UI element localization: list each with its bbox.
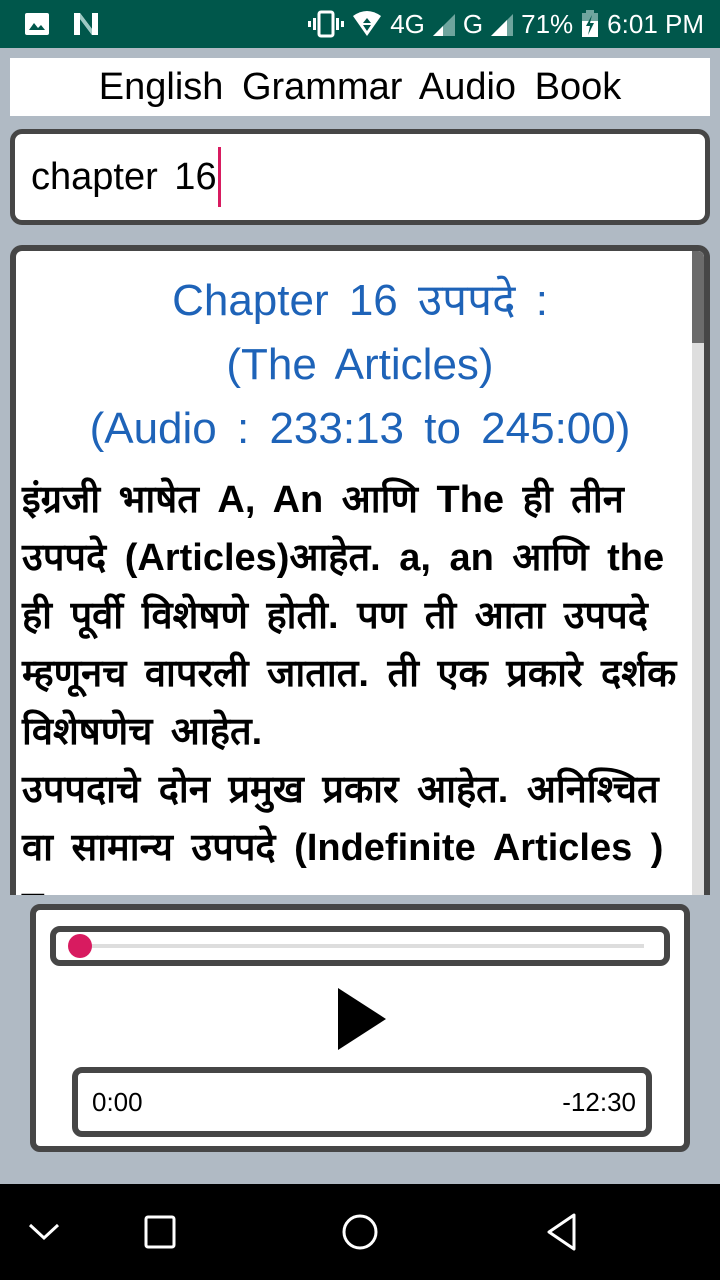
elapsed-time: 0:00 xyxy=(92,1086,143,1117)
vibrate-icon xyxy=(308,10,345,38)
network-type-1: 4G xyxy=(390,8,425,39)
signal-4g-icon xyxy=(432,12,455,36)
status-bar: 4G G 71% 6:01 PM xyxy=(0,0,720,48)
collapse-chevron-button[interactable] xyxy=(20,1208,68,1256)
chapter-heading-line: (The Articles) xyxy=(226,340,494,389)
search-input-value[interactable]: chapter 16 xyxy=(31,156,217,199)
chapter-heading-line: Chapter 16 उपपदे : xyxy=(172,276,548,325)
play-icon xyxy=(338,988,386,1050)
home-button[interactable] xyxy=(336,1208,384,1256)
signal-g-icon xyxy=(491,12,514,36)
n-logo-icon xyxy=(72,11,100,37)
chapter-content-panel[interactable]: Chapter 16 उपपदे : (The Articles) (Audio… xyxy=(10,245,710,895)
time-display: 0:00 -12:30 xyxy=(72,1067,652,1137)
audio-player: 0:00 -12:30 xyxy=(30,904,690,1152)
remaining-time: -12:30 xyxy=(562,1086,636,1117)
scrollbar-thumb[interactable] xyxy=(692,251,704,343)
chapter-heading-line: (Audio : 233:13 to 245:00) xyxy=(89,404,631,453)
battery-charging-icon xyxy=(581,10,599,38)
back-button[interactable] xyxy=(538,1208,586,1256)
seek-bar-thumb[interactable] xyxy=(68,934,92,958)
battery-percent: 71% xyxy=(521,8,574,39)
chapter-heading: Chapter 16 उपपदे : (The Articles) (Audio… xyxy=(16,251,704,461)
home-icon xyxy=(342,1214,378,1250)
chapter-search-input[interactable]: chapter 16 xyxy=(10,129,710,225)
play-button[interactable] xyxy=(336,986,396,1052)
clock: 6:01 PM xyxy=(607,8,704,39)
collapse-chevron-icon xyxy=(28,1223,60,1241)
paragraph: इंग्रजी भाषेत A, An आणि The ही तीन उपपदे… xyxy=(22,479,677,753)
navigation-bar xyxy=(0,1184,720,1280)
wifi-icon xyxy=(352,10,382,38)
app-title: English Grammar Audio Book xyxy=(10,58,710,116)
text-caret xyxy=(217,147,221,207)
chapter-body-text: इंग्रजी भाषेत A, An आणि The ही तीन उपपदे… xyxy=(16,461,704,895)
recents-icon xyxy=(144,1215,176,1249)
seek-bar-track[interactable] xyxy=(74,944,644,948)
gallery-icon xyxy=(24,12,50,36)
network-type-2: G xyxy=(462,8,484,39)
back-icon xyxy=(547,1213,576,1251)
seek-bar-container xyxy=(50,926,670,966)
recents-button[interactable] xyxy=(136,1208,184,1256)
paragraph: उपपदाचे दोन प्रमुख प्रकार आहेत. अनिश्चित… xyxy=(22,769,664,895)
scrollbar-track[interactable] xyxy=(692,251,704,895)
